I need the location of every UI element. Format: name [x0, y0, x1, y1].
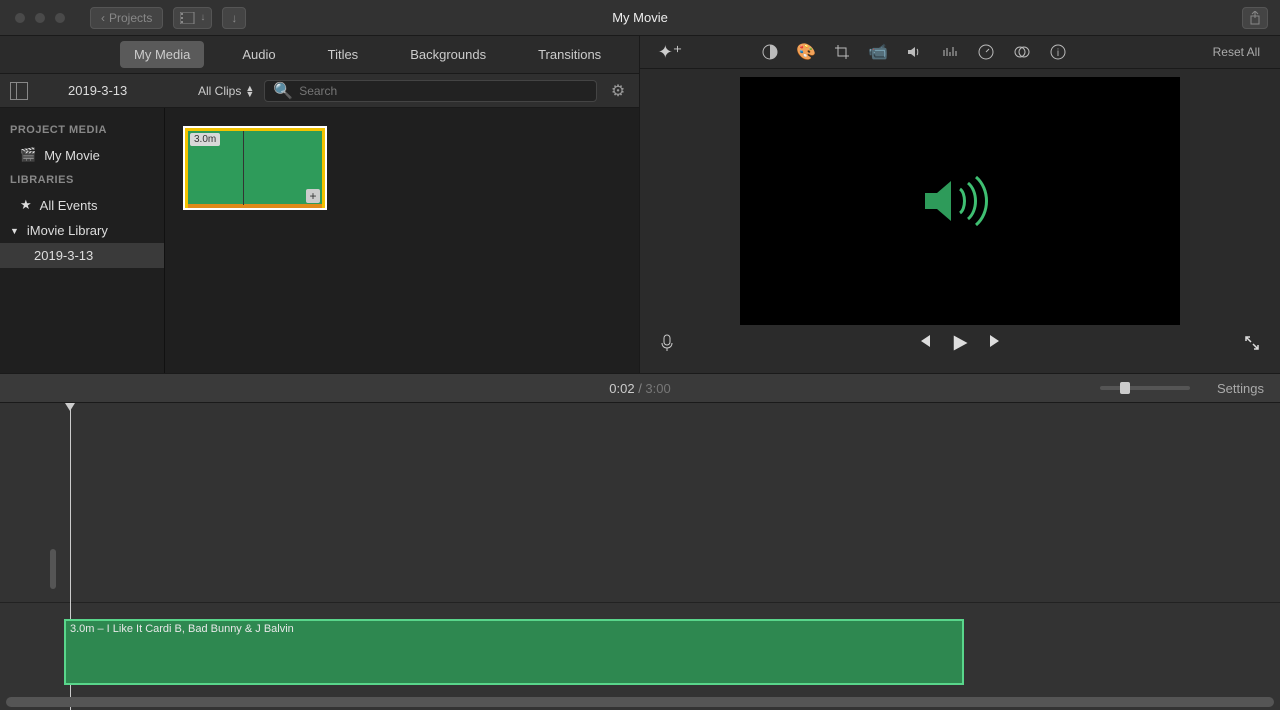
crop-button[interactable] — [832, 42, 852, 62]
search-icon: 🔍 — [273, 81, 293, 101]
media-clip-thumbnail[interactable]: 3.0m + — [185, 128, 325, 208]
play-button[interactable] — [950, 333, 970, 358]
tab-audio[interactable]: Audio — [228, 41, 289, 68]
clapboard-icon: 🎬 — [20, 147, 36, 163]
timeline-handle[interactable] — [50, 549, 56, 589]
skip-back-icon — [916, 333, 932, 349]
playhead-time: 0:02 / 3:00 — [0, 381, 1280, 396]
info-icon: i — [1050, 44, 1066, 60]
share-button[interactable] — [1242, 7, 1268, 29]
adjust-toolbar: ✦⁺ 🎨 📹 i Reset All — [640, 36, 1280, 69]
current-time-value: 0:02 — [609, 381, 634, 396]
horizontal-scrollbar[interactable] — [6, 697, 1274, 707]
color-balance-button[interactable] — [760, 42, 780, 62]
color-correction-button[interactable]: 🎨 — [796, 42, 816, 62]
play-icon — [950, 333, 970, 353]
timeline-zoom-slider[interactable] — [1100, 386, 1190, 390]
preview-viewer[interactable] — [740, 77, 1180, 325]
sidebar-item-event[interactable]: 2019-3-13 — [0, 243, 164, 268]
playback-controls — [640, 325, 1280, 365]
volume-icon — [906, 44, 922, 60]
browser-toolbar: 2019-3-13 All Clips ▲▼ 🔍 ⚙ — [0, 74, 639, 108]
tab-transitions[interactable]: Transitions — [524, 41, 615, 68]
tab-my-media[interactable]: My Media — [120, 41, 204, 68]
audio-clip-label: 3.0m – I Like It Cardi B, Bad Bunny & J … — [66, 621, 962, 637]
window-controls[interactable] — [0, 12, 66, 24]
clip-filter-dropdown[interactable]: All Clips ▲▼ — [198, 84, 254, 98]
download-arrow-icon: ↓ — [231, 11, 237, 25]
camera-icon: 📹 — [868, 42, 888, 62]
info-button[interactable]: i — [1048, 42, 1068, 62]
sidebar-item-label: All Events — [40, 198, 98, 213]
chevron-left-icon: ‹ — [101, 11, 105, 25]
sidebar-item-label: 2019-3-13 — [34, 248, 93, 263]
sidebar-item-project[interactable]: 🎬 My Movie — [0, 142, 164, 168]
sidebar-heading-project: PROJECT MEDIA — [0, 118, 164, 142]
maximize-window-icon[interactable] — [54, 12, 66, 24]
enhance-wand-icon[interactable]: ✦⁺ — [658, 42, 683, 63]
timeline-settings-button[interactable]: Settings — [1217, 381, 1264, 396]
search-box[interactable]: 🔍 — [264, 80, 597, 102]
disclosure-triangle-icon[interactable]: ▼ — [10, 226, 19, 236]
gear-icon: ⚙ — [611, 81, 625, 101]
stabilization-button[interactable]: 📹 — [868, 42, 888, 62]
clip-filter-button[interactable] — [1012, 42, 1032, 62]
search-input[interactable] — [299, 84, 588, 98]
crop-icon — [834, 44, 850, 60]
clip-duration-badge: 3.0m — [190, 133, 220, 146]
titlebar: ‹ Projects ↓ ↓ My Movie — [0, 0, 1280, 36]
skip-forward-icon — [988, 333, 1004, 349]
sidebar-item-label: iMovie Library — [27, 223, 108, 238]
prev-frame-button[interactable] — [916, 333, 932, 358]
speedometer-icon — [978, 44, 994, 60]
noise-reduction-button[interactable] — [940, 42, 960, 62]
current-event-name: 2019-3-13 — [38, 83, 188, 98]
reset-all-button[interactable]: Reset All — [1213, 45, 1260, 59]
next-frame-button[interactable] — [988, 333, 1004, 358]
sidebar-item-all-events[interactable]: ★ All Events — [0, 192, 164, 218]
total-time-value: 3:00 — [645, 381, 670, 396]
svg-text:i: i — [1057, 48, 1059, 59]
close-window-icon[interactable] — [14, 12, 26, 24]
back-projects-button[interactable]: ‹ Projects — [90, 7, 163, 29]
equalizer-icon — [942, 44, 958, 60]
updown-caret-icon: ▲▼ — [245, 85, 254, 97]
timeline[interactable]: 3.0m – I Like It Cardi B, Bad Bunny & J … — [0, 403, 1280, 710]
share-icon — [1249, 11, 1261, 25]
media-tabs-row: My Media Audio Titles Backgrounds Transi… — [0, 36, 639, 74]
palette-icon: 🎨 — [796, 42, 816, 62]
overlap-circles-icon — [1014, 44, 1030, 60]
filmstrip-icon — [180, 12, 196, 24]
sidebar-item-label: My Movie — [44, 148, 100, 163]
clip-scrubber-line — [243, 131, 244, 205]
add-to-timeline-icon[interactable]: + — [306, 189, 320, 203]
import-media-button[interactable]: ↓ — [173, 7, 212, 29]
tab-titles[interactable]: Titles — [314, 41, 373, 68]
back-projects-label: Projects — [109, 11, 152, 25]
volume-button[interactable] — [904, 42, 924, 62]
timeline-audio-clip[interactable]: 3.0m – I Like It Cardi B, Bad Bunny & J … — [64, 619, 964, 685]
sidebar-heading-libraries: LIBRARIES — [0, 168, 164, 192]
download-button[interactable]: ↓ — [222, 7, 246, 29]
tab-backgrounds[interactable]: Backgrounds — [396, 41, 500, 68]
toggle-sidebar-button[interactable] — [10, 82, 28, 100]
sidebar-item-library[interactable]: ▼ iMovie Library — [0, 218, 164, 243]
half-circle-icon — [762, 44, 778, 60]
clip-filter-label: All Clips — [198, 84, 241, 98]
library-sidebar: PROJECT MEDIA 🎬 My Movie LIBRARIES ★ All… — [0, 108, 165, 373]
star-icon: ★ — [20, 197, 32, 213]
video-track[interactable] — [0, 403, 1280, 603]
minimize-window-icon[interactable] — [34, 12, 46, 24]
speed-button[interactable] — [976, 42, 996, 62]
audio-waveform-icon — [920, 171, 1000, 231]
timeline-info-bar: 0:02 / 3:00 Settings — [0, 373, 1280, 403]
clip-browser[interactable]: 3.0m + — [165, 108, 639, 373]
browser-settings-button[interactable]: ⚙ — [607, 80, 629, 102]
